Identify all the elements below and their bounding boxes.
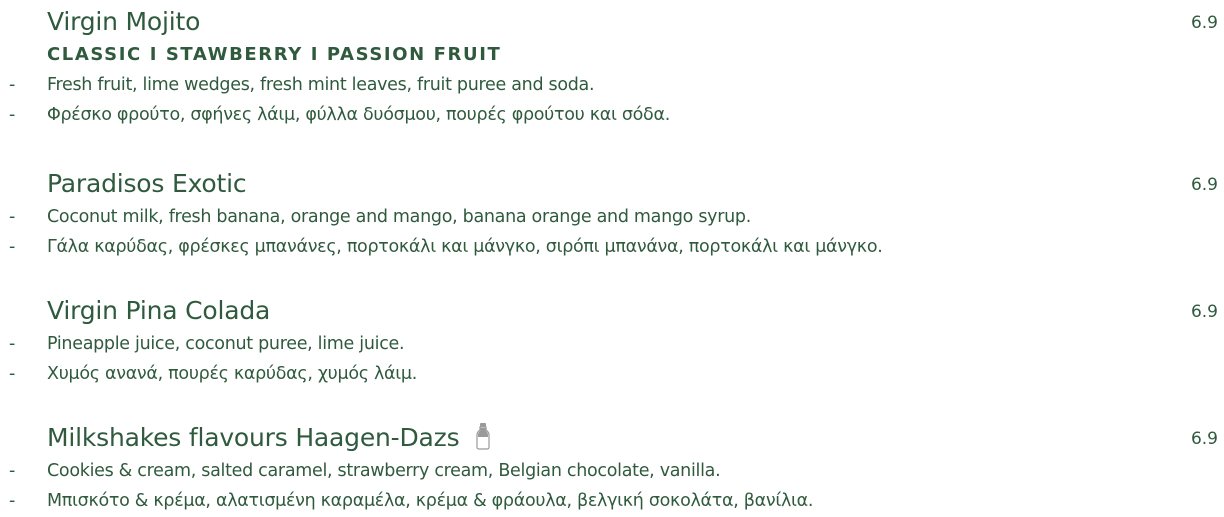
description-greek: - Χυμός ανανά, πουρές καρύδας, χυμός λάι… bbox=[0, 359, 1224, 389]
bullet-dash: - bbox=[9, 364, 16, 384]
menu-item-virgin-mojito: Virgin Mojito 6.9 CLASSIC I STAWBERRY I … bbox=[0, 4, 1224, 130]
bullet-dash: - bbox=[9, 75, 16, 95]
menu-item-header: Virgin Pina Colada 6.9 bbox=[0, 293, 1224, 329]
menu-item-title: Milkshakes flavours Haagen-Dazs bbox=[47, 423, 460, 452]
menu-item-description: - Pineapple juice, coconut puree, lime j… bbox=[0, 329, 1224, 389]
bullet-dash: - bbox=[9, 105, 16, 125]
description-greek: - Γάλα καρύδας, φρέσκες μπανάνες, πορτοκ… bbox=[0, 232, 1224, 262]
menu-item-paradisos-exotic: Paradisos Exotic 6.9 - Coconut milk, fre… bbox=[0, 166, 1224, 262]
menu-item-title: Paradisos Exotic bbox=[47, 169, 247, 198]
menu-item-header: Milkshakes flavours Haagen-Dazs 6.9 bbox=[0, 420, 1224, 456]
menu-item-price: 6.9 bbox=[1190, 175, 1218, 195]
bullet-dash: - bbox=[9, 207, 16, 227]
description-greek: - Μπισκότο & κρέμα, αλατισμένη καραμέλα,… bbox=[0, 486, 1224, 516]
menu-item-virgin-pina-colada: Virgin Pina Colada 6.9 - Pineapple juice… bbox=[0, 293, 1224, 389]
menu-item-description: - Cookies & cream, salted caramel, straw… bbox=[0, 456, 1224, 516]
menu-item-description: - Coconut milk, fresh banana, orange and… bbox=[0, 202, 1224, 262]
drinks-menu: Virgin Mojito 6.9 CLASSIC I STAWBERRY I … bbox=[0, 0, 1224, 517]
description-text: Coconut milk, fresh banana, orange and m… bbox=[47, 207, 751, 227]
menu-item-price: 6.9 bbox=[1190, 13, 1218, 33]
description-text: Pineapple juice, coconut puree, lime jui… bbox=[47, 334, 405, 354]
description-text: Μπισκότο & κρέμα, αλατισμένη καραμέλα, κ… bbox=[47, 491, 814, 511]
bullet-dash: - bbox=[9, 237, 16, 257]
description-text: Χυμός ανανά, πουρές καρύδας, χυμός λάιμ. bbox=[47, 364, 417, 384]
bullet-dash: - bbox=[9, 461, 16, 481]
menu-item-title: Virgin Mojito bbox=[47, 7, 201, 36]
description-english: - Coconut milk, fresh banana, orange and… bbox=[0, 202, 1224, 232]
description-english: - Pineapple juice, coconut puree, lime j… bbox=[0, 329, 1224, 359]
menu-item-price: 6.9 bbox=[1190, 302, 1218, 322]
menu-item-header: Paradisos Exotic 6.9 bbox=[0, 166, 1224, 202]
menu-item-price: 6.9 bbox=[1190, 429, 1218, 449]
description-text: Cookies & cream, salted caramel, strawbe… bbox=[47, 461, 721, 481]
description-english: - Fresh fruit, lime wedges, fresh mint l… bbox=[0, 70, 1224, 100]
description-text: Fresh fruit, lime wedges, fresh mint lea… bbox=[47, 75, 595, 95]
description-english: - Cookies & cream, salted caramel, straw… bbox=[0, 456, 1224, 486]
bullet-dash: - bbox=[9, 491, 16, 511]
milk-bottle-icon bbox=[476, 423, 490, 450]
menu-item-milkshakes: Milkshakes flavours Haagen-Dazs 6.9 - Co… bbox=[0, 420, 1224, 516]
menu-item-description: - Fresh fruit, lime wedges, fresh mint l… bbox=[0, 70, 1224, 130]
bullet-dash: - bbox=[9, 334, 16, 354]
menu-item-header: Virgin Mojito 6.9 bbox=[0, 4, 1224, 40]
menu-item-title-wrap: Milkshakes flavours Haagen-Dazs bbox=[47, 420, 491, 456]
menu-item-title: Virgin Pina Colada bbox=[47, 296, 271, 325]
description-text: Γάλα καρύδας, φρέσκες μπανάνες, πορτοκάλ… bbox=[47, 237, 883, 257]
menu-item-variants: CLASSIC I STAWBERRY I PASSION FRUIT bbox=[47, 44, 502, 65]
description-text: Φρέσκο φρούτο, σφήνες λάιμ, φύλλα δυόσμο… bbox=[47, 105, 670, 125]
description-greek: - Φρέσκο φρούτο, σφήνες λάιμ, φύλλα δυόσ… bbox=[0, 100, 1224, 130]
